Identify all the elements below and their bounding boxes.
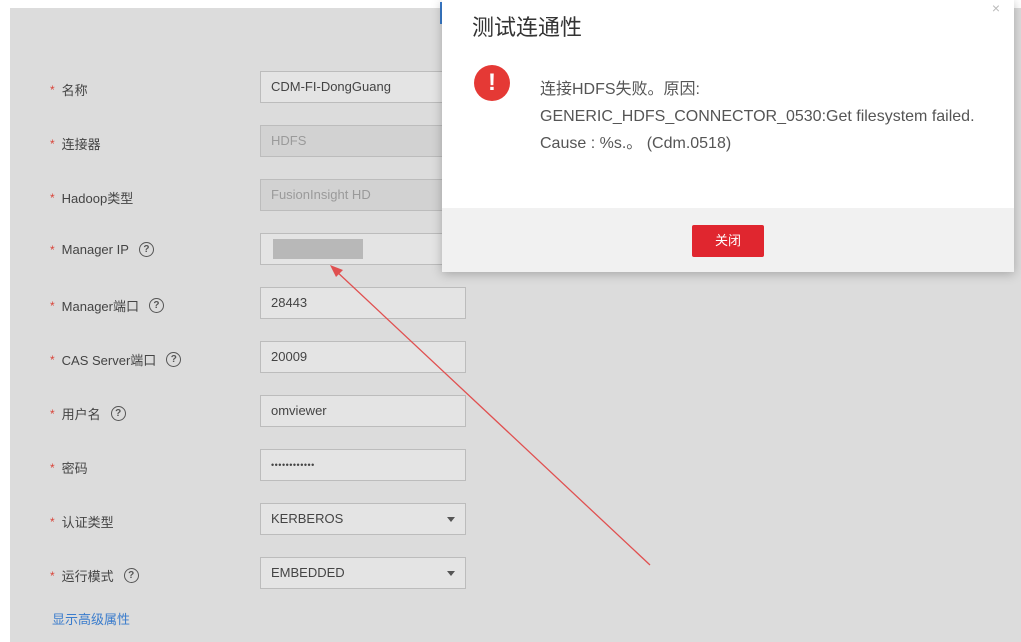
field-label: Hadoop类型 (61, 191, 134, 206)
row-run-mode: * 运行模式? EMBEDDED (10, 557, 1021, 591)
row-cas-port: * CAS Server端口? 20009 (10, 341, 1021, 375)
cas-port-input[interactable]: 20009 (260, 341, 466, 373)
required-mark: * (50, 298, 55, 313)
help-icon[interactable]: ? (166, 352, 182, 367)
required-mark: * (50, 242, 55, 257)
password-label: * 密码 (50, 458, 88, 477)
auth-type-select[interactable]: KERBEROS (260, 503, 466, 535)
cas-port-label: * CAS Server端口? (50, 350, 182, 369)
help-icon[interactable]: ? (138, 242, 154, 257)
help-icon[interactable]: ? (123, 568, 139, 583)
required-mark: * (50, 406, 55, 421)
chevron-down-icon (447, 517, 455, 522)
error-message: 连接HDFS失败。原因: GENERIC_HDFS_CONNECTOR_0530… (540, 81, 975, 152)
required-mark: * (50, 514, 55, 529)
redacted-ip-mask (273, 239, 363, 259)
row-manager-port: * Manager端口? 28443 (10, 287, 1021, 321)
field-label: Manager端口 (61, 299, 139, 314)
row-password: * 密码 •••••••••••• (10, 449, 1021, 483)
field-label: 用户名 (61, 407, 101, 422)
required-mark: * (50, 352, 55, 367)
required-mark: * (50, 136, 55, 151)
row-auth-type: * 认证类型 KERBEROS (10, 503, 1021, 537)
field-label: 名称 (61, 83, 88, 98)
error-icon: ! (474, 65, 510, 101)
field-label: CAS Server端口 (61, 353, 157, 368)
row-username: * 用户名? omviewer (10, 395, 1021, 429)
field-label: 认证类型 (61, 515, 114, 530)
auth-type-label: * 认证类型 (50, 512, 114, 531)
manager-ip-input[interactable] (260, 233, 466, 265)
run-mode-value: EMBEDDED (271, 565, 345, 580)
help-icon[interactable]: ? (148, 298, 164, 313)
show-advanced-link[interactable]: 显示高级属性 (52, 609, 130, 628)
required-mark: * (50, 82, 55, 97)
required-mark: * (50, 190, 55, 205)
dialog-title: 测试连通性 (472, 15, 583, 40)
run-mode-select[interactable]: EMBEDDED (260, 557, 466, 589)
manager-port-label: * Manager端口? (50, 296, 164, 315)
name-label: * 名称 (50, 80, 88, 99)
required-mark: * (50, 460, 55, 475)
connector-input: HDFS (260, 125, 466, 157)
field-label: 密码 (61, 461, 88, 476)
required-mark: * (50, 568, 55, 583)
field-label: 运行模式 (61, 569, 114, 584)
connector-label: * 连接器 (50, 134, 101, 153)
manager-ip-label: * Manager IP? (50, 242, 154, 257)
name-input[interactable]: CDM-FI-DongGuang (260, 71, 466, 103)
hadoop-type-input: FusionInsight HD (260, 179, 466, 211)
username-label: * 用户名? (50, 404, 126, 423)
close-icon[interactable]: × (992, 0, 1000, 16)
auth-type-value: KERBEROS (271, 511, 344, 526)
field-label: Manager IP (61, 242, 129, 257)
test-connectivity-dialog: 测试连通性 × ! 连接HDFS失败。原因: GENERIC_HDFS_CONN… (442, 0, 1014, 272)
username-input[interactable]: omviewer (260, 395, 466, 427)
help-icon[interactable]: ? (110, 406, 126, 421)
run-mode-label: * 运行模式? (50, 566, 139, 585)
chevron-down-icon (447, 571, 455, 576)
hadoop-type-label: * Hadoop类型 (50, 188, 133, 207)
manager-port-input[interactable]: 28443 (260, 287, 466, 319)
dialog-footer: 关闭 (442, 208, 1014, 272)
field-label: 连接器 (61, 137, 101, 152)
password-input[interactable]: •••••••••••• (260, 449, 466, 481)
close-button[interactable]: 关闭 (692, 225, 764, 257)
